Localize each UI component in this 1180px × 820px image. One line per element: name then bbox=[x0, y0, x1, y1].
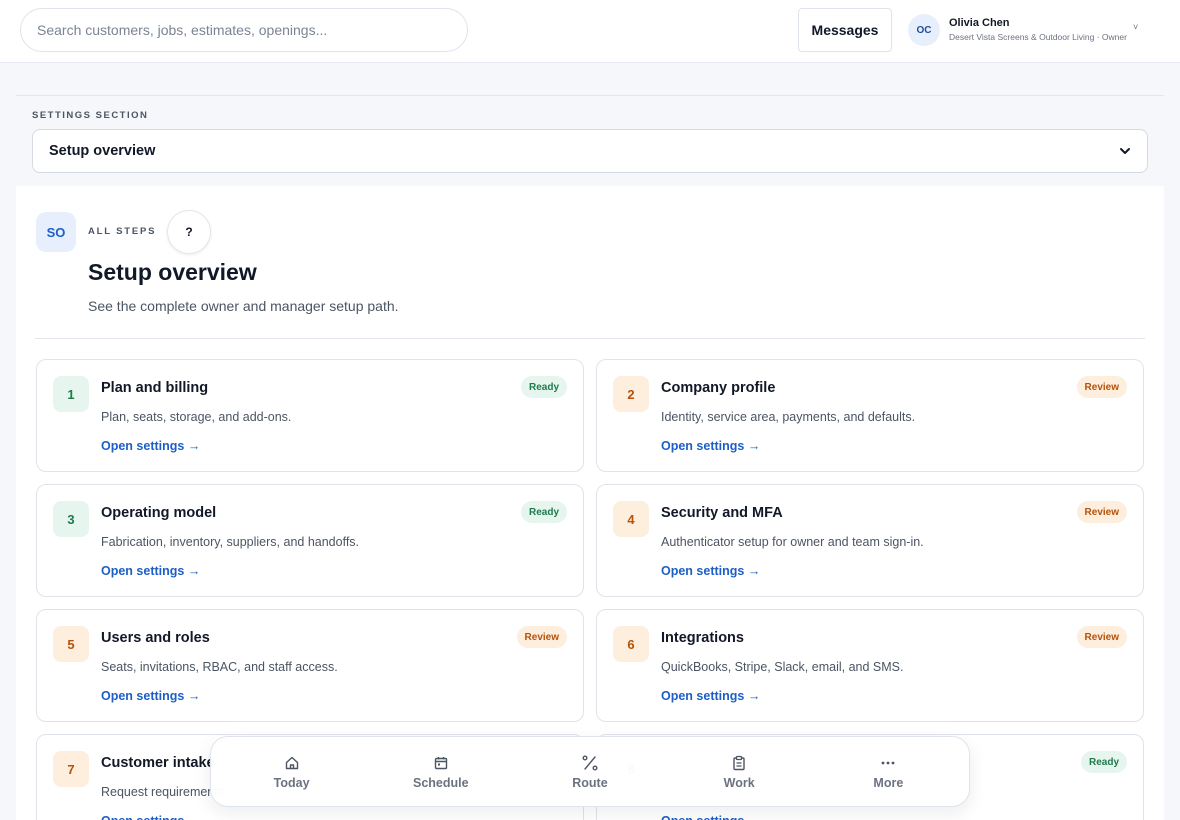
step-number: 6 bbox=[613, 626, 649, 662]
home-icon bbox=[283, 754, 301, 772]
step-number: 4 bbox=[613, 501, 649, 537]
bottom-nav: Today Schedule Route Work More bbox=[210, 736, 970, 807]
step-title: Operating model bbox=[101, 505, 217, 521]
chevron-down-icon bbox=[1120, 148, 1130, 154]
user-info: Olivia Chen Desert Vista Screens & Outdo… bbox=[949, 16, 1127, 44]
nav-item-today[interactable]: Today bbox=[232, 754, 352, 790]
nav-label: More bbox=[873, 775, 904, 790]
help-button[interactable]: ? bbox=[167, 210, 211, 254]
settings-section: SETTINGS SECTION Setup overview bbox=[16, 95, 1164, 186]
step-description: Authenticator setup for owner and team s… bbox=[661, 535, 924, 549]
user-menu[interactable]: OC Olivia Chen Desert Vista Screens & Ou… bbox=[908, 14, 1138, 46]
step-title: Users and roles bbox=[101, 630, 210, 646]
open-settings-link[interactable]: Open settings → bbox=[101, 689, 200, 703]
status-badge: Review bbox=[1076, 626, 1127, 648]
step-number: 5 bbox=[53, 626, 89, 662]
step-title: Security and MFA bbox=[661, 505, 783, 521]
step-card-4[interactable]: 4 Security and MFA Authenticator setup for… bbox=[596, 484, 1144, 597]
calendar-icon bbox=[432, 754, 450, 772]
more-icon bbox=[879, 754, 897, 772]
step-number: 7 bbox=[53, 751, 89, 787]
step-description: Request requirements bbox=[101, 785, 224, 799]
step-card-2[interactable]: 2 Company profile Identity, service area, … bbox=[596, 359, 1144, 472]
status-badge: Ready bbox=[1080, 751, 1127, 773]
status-badge: Review bbox=[516, 626, 567, 648]
avatar: OC bbox=[908, 14, 940, 46]
step-card-1[interactable]: 1 Plan and billing Plan, seats, storage, a… bbox=[36, 359, 584, 472]
step-title: Plan and billing bbox=[101, 380, 209, 396]
step-number: 2 bbox=[613, 376, 649, 412]
setup-overview-panel: SO ALL STEPS ? Setup overview See the co… bbox=[16, 186, 1164, 820]
status-badge: Review bbox=[1076, 376, 1127, 398]
top-bar: Messages OC Olivia Chen Desert Vista Scr… bbox=[0, 0, 1180, 63]
messages-button[interactable]: Messages bbox=[798, 8, 892, 52]
step-title: Company profile bbox=[661, 380, 776, 396]
page-title: Setup overview bbox=[88, 259, 257, 285]
status-badge: Ready bbox=[520, 501, 567, 523]
user-org-role: Desert Vista Screens & Outdoor Living · … bbox=[949, 32, 1127, 42]
section-badge: SO bbox=[36, 212, 76, 252]
page-subtitle: See the complete owner and manager setup… bbox=[88, 298, 399, 314]
nav-item-route[interactable]: Route bbox=[530, 754, 650, 790]
settings-section-label: SETTINGS SECTION bbox=[32, 110, 149, 121]
nav-label: Route bbox=[572, 775, 608, 790]
step-title: Integrations bbox=[661, 630, 744, 646]
chevron-down-icon: ˅ bbox=[1132, 22, 1139, 32]
step-description: Seats, invitations, RBAC, and staff acce… bbox=[101, 660, 338, 674]
nav-label: Work bbox=[723, 775, 755, 790]
clipboard-icon bbox=[730, 754, 748, 772]
status-badge: Review bbox=[1076, 501, 1127, 523]
open-settings-link[interactable]: Open settings → bbox=[661, 689, 760, 703]
eyebrow-label: ALL STEPS bbox=[88, 226, 157, 237]
step-description: QuickBooks, Stripe, Slack, email, and SM… bbox=[661, 660, 904, 674]
user-name: Olivia Chen bbox=[949, 17, 1010, 29]
nav-item-work[interactable]: Work bbox=[679, 754, 799, 790]
step-card-5[interactable]: 5 Users and roles Seats, invitations, RBAC… bbox=[36, 609, 584, 722]
settings-section-value: Setup overview bbox=[49, 143, 156, 159]
step-description: Plan, seats, storage, and add-ons. bbox=[101, 410, 292, 424]
search-input[interactable] bbox=[20, 8, 468, 52]
open-settings-link[interactable]: Open settings → bbox=[101, 564, 200, 578]
open-settings-link[interactable]: Open settings bbox=[101, 814, 184, 820]
open-settings-link[interactable]: Open settings bbox=[661, 814, 744, 820]
route-icon bbox=[581, 754, 599, 772]
nav-label: Today bbox=[273, 775, 310, 790]
step-description: Identity, service area, payments, and de… bbox=[661, 410, 916, 424]
settings-section-select[interactable]: Setup overview bbox=[32, 129, 1148, 173]
nav-item-more[interactable]: More bbox=[828, 754, 948, 790]
step-title: Customer intake bbox=[101, 755, 215, 771]
step-description: Fabrication, inventory, suppliers, and h… bbox=[101, 535, 360, 549]
status-badge: Ready bbox=[520, 376, 567, 398]
open-settings-link[interactable]: Open settings → bbox=[661, 439, 760, 453]
step-number: 1 bbox=[53, 376, 89, 412]
open-settings-link[interactable]: Open settings → bbox=[661, 564, 760, 578]
nav-label: Schedule bbox=[412, 775, 469, 790]
step-card-3[interactable]: 3 Operating model Fabrication, inventory, … bbox=[36, 484, 584, 597]
step-card-6[interactable]: 6 Integrations QuickBooks, Stripe, Slack, … bbox=[596, 609, 1144, 722]
step-number: 3 bbox=[53, 501, 89, 537]
nav-item-schedule[interactable]: Schedule bbox=[381, 754, 501, 790]
open-settings-link[interactable]: Open settings → bbox=[101, 439, 200, 453]
divider bbox=[35, 338, 1145, 339]
